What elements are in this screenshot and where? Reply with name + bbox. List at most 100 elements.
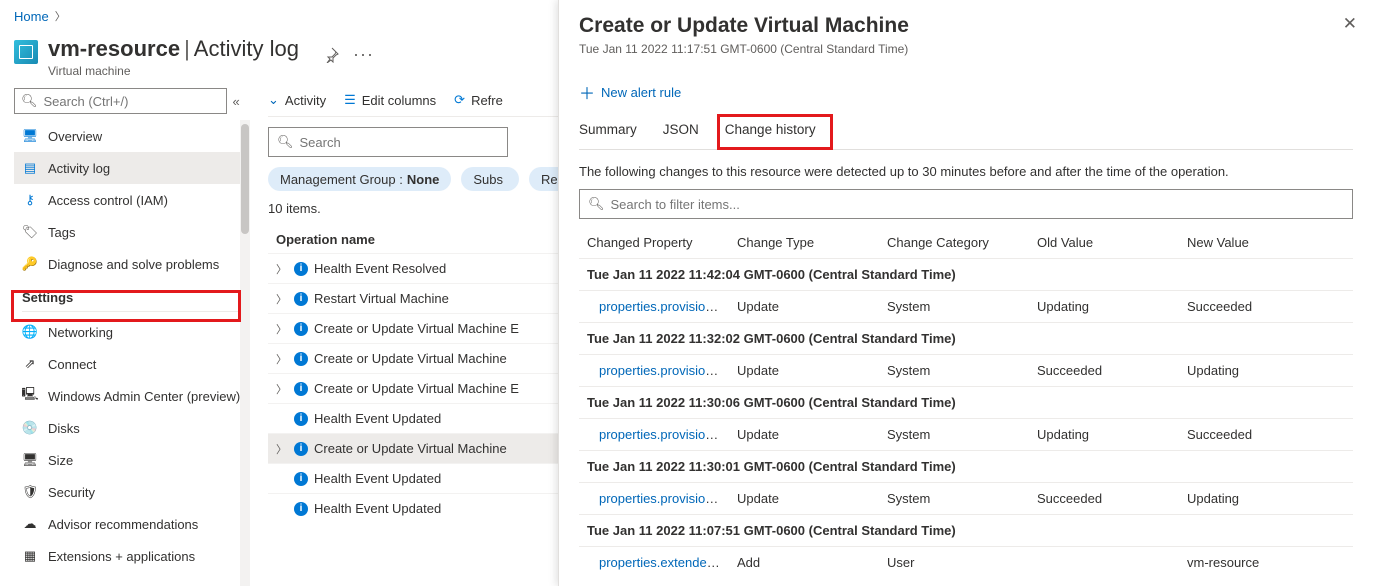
panel-filter-input[interactable]	[611, 197, 1344, 212]
sidebar-item-label: Diagnose and solve problems	[48, 257, 219, 272]
panel-tabs: Summary JSON Change history	[579, 122, 1353, 150]
expand-icon[interactable]: 〉	[276, 441, 288, 457]
sidebar-item[interactable]: 💿Disks	[14, 412, 250, 444]
sidebar-item[interactable]: 🖳Windows Admin Center (preview)	[14, 380, 250, 412]
sidebar-item[interactable]: 🌐 Networking	[14, 316, 250, 348]
change-type: Add	[729, 555, 879, 570]
expand-icon[interactable]: 〉	[276, 351, 288, 367]
info-icon: i	[294, 502, 308, 516]
sidebar-item-label: Advisor recommendations	[48, 517, 198, 532]
menu-icon: ⚷	[22, 192, 38, 208]
menu-icon: 🔑	[22, 256, 38, 272]
sidebar-item[interactable]: 🔑 Diagnose and solve problems	[14, 248, 250, 280]
new-value: Updating	[1179, 363, 1329, 378]
new-value: vm-resource	[1179, 555, 1329, 570]
change-type: Update	[729, 491, 879, 506]
menu-icon: ⇗	[22, 356, 38, 372]
operation-label: Create or Update Virtual Machine	[314, 351, 507, 366]
sidebar-item-label: Networking	[48, 325, 113, 340]
operation-label: Health Event Updated	[314, 501, 441, 516]
operation-label: Restart Virtual Machine	[314, 291, 449, 306]
sidebar-search-input[interactable]	[44, 94, 220, 109]
change-category: System	[879, 491, 1029, 506]
chevron-down-icon: ⌄	[268, 92, 279, 108]
search-icon: 🔍︎	[21, 93, 38, 109]
detail-panel: Create or Update Virtual Machine Tue Jan…	[558, 0, 1373, 586]
table-row: properties.provision...UpdateSystemUpdat…	[579, 418, 1353, 450]
sidebar-scrollbar[interactable]	[240, 120, 250, 586]
info-icon: i	[294, 442, 308, 456]
menu-icon: 🌐	[22, 324, 38, 340]
refresh-icon: ⟳	[454, 92, 465, 108]
tab-summary[interactable]: Summary	[579, 122, 637, 149]
info-icon: i	[294, 412, 308, 426]
info-icon: i	[294, 262, 308, 276]
filter-chip[interactable]: Subs	[461, 167, 519, 191]
changed-property-link[interactable]: properties.provision...	[587, 427, 723, 442]
expand-icon[interactable]: 〉	[276, 321, 288, 337]
toolbar-activity[interactable]: ⌄ Activity	[268, 92, 326, 108]
page-subtitle: Virtual machine	[48, 64, 299, 78]
sidebar-item-label: Security	[48, 485, 95, 500]
sidebar-item[interactable]: 🖥Overview	[14, 120, 250, 152]
change-category: System	[879, 427, 1029, 442]
content-search-input[interactable]	[300, 135, 499, 150]
collapse-sidebar-icon[interactable]: «	[233, 94, 240, 109]
sidebar-search[interactable]: 🔍︎	[14, 88, 227, 114]
info-icon: i	[294, 292, 308, 306]
sidebar-item[interactable]: 🖥Size	[14, 444, 250, 476]
breadcrumb-home[interactable]: Home	[14, 9, 49, 24]
sidebar-item[interactable]: 🛡Security	[14, 476, 250, 508]
changed-property-link[interactable]: properties.extended...	[587, 555, 725, 570]
old-value: Succeeded	[1029, 491, 1179, 506]
sidebar-item[interactable]: 🏷 Tags	[14, 216, 250, 248]
change-category: System	[879, 363, 1029, 378]
table-row: properties.provision... UpdateSystemSucce…	[579, 482, 1353, 514]
toolbar-edit-columns[interactable]: ☰ Edit columns	[344, 92, 436, 108]
new-value: Succeeded	[1179, 299, 1329, 314]
sidebar-item-label: Access control (IAM)	[48, 193, 168, 208]
content-search[interactable]: 🔍︎	[268, 127, 508, 157]
sidebar: 🔍︎ « 🖥Overview▤Activity log ⚷ Access contr…	[0, 84, 250, 586]
expand-icon[interactable]: 〉	[276, 381, 288, 397]
change-category: System	[879, 299, 1029, 314]
changed-property-link[interactable]: properties.provision...	[587, 491, 723, 506]
new-alert-rule[interactable]: ＋ New alert rule	[579, 80, 1373, 104]
old-value: Updating	[1029, 427, 1179, 442]
tab-json[interactable]: JSON	[663, 122, 699, 149]
new-value: Updating	[1179, 491, 1329, 506]
sidebar-section: Settings	[14, 280, 250, 309]
sidebar-item[interactable]: ⚷ Access control (IAM)	[14, 184, 250, 216]
sidebar-item[interactable]: ▦Extensions + applications	[14, 540, 250, 572]
change-group-header: Tue Jan 11 2022 11:30:06 GMT-0600 (Centr…	[579, 386, 1353, 418]
chevron-right-icon: 〉	[55, 8, 66, 24]
expand-icon[interactable]: 〉	[276, 291, 288, 307]
expand-icon[interactable]: 〉	[276, 261, 288, 277]
sidebar-item[interactable]: ☁Advisor recommendations	[14, 508, 250, 540]
change-group-header: Tue Jan 11 2022 11:30:01 GMT-0600 (Centr…	[579, 450, 1353, 482]
menu-icon: 🏷	[22, 224, 38, 240]
search-icon: 🔍︎	[588, 196, 605, 212]
operation-label: Health Event Resolved	[314, 261, 446, 276]
table-row: properties.provision...UpdateSystemSucce…	[579, 354, 1353, 386]
menu-icon: 🖥	[22, 452, 38, 468]
sidebar-item-label: Tags	[48, 225, 75, 240]
changed-property-link[interactable]: properties.provision...	[587, 363, 723, 378]
changed-property-link[interactable]: properties.provision...	[587, 299, 723, 314]
sidebar-item[interactable]: ⇗Connect	[14, 348, 250, 380]
change-type: Update	[729, 299, 879, 314]
sidebar-item[interactable]: ▤Activity log	[14, 152, 250, 184]
panel-description: The following changes to this resource w…	[559, 150, 1373, 189]
more-icon[interactable]: ···	[353, 44, 374, 65]
panel-filter[interactable]: 🔍︎	[579, 189, 1353, 219]
table-row: properties.provision...UpdateSystemUpdat…	[579, 290, 1353, 322]
tab-change-history[interactable]: Change history	[725, 122, 816, 149]
menu-icon: 🖥	[22, 128, 38, 144]
filter-chip[interactable]: Management Group : None	[268, 167, 451, 191]
close-icon[interactable]: ✕	[1343, 14, 1357, 34]
panel-title: Create or Update Virtual Machine	[579, 14, 1353, 38]
change-category: User	[879, 555, 1029, 570]
change-group-header: Tue Jan 11 2022 11:32:02 GMT-0600 (Centr…	[579, 322, 1353, 354]
toolbar-refresh[interactable]: ⟳ Refre	[454, 92, 503, 108]
pin-icon[interactable]	[323, 47, 339, 63]
